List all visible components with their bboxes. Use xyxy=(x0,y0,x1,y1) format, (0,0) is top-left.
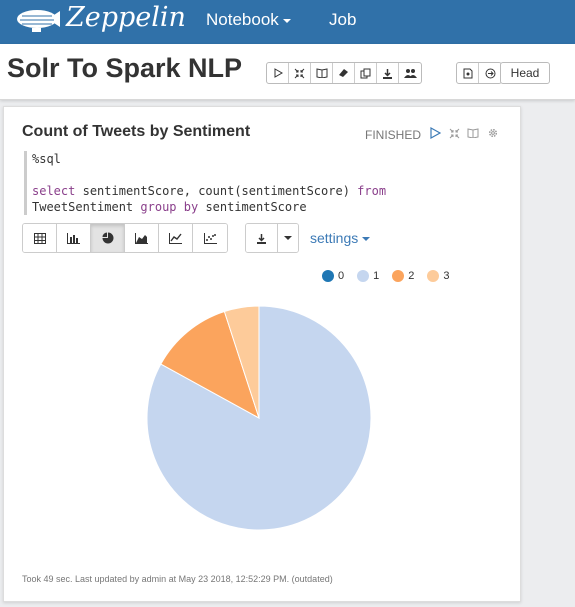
legend-swatch xyxy=(392,270,405,282)
area-chart-button[interactable] xyxy=(125,224,159,252)
code-line-from: TweetSentiment group by sentimentScore xyxy=(32,200,307,214)
bar-chart-icon xyxy=(67,232,80,244)
play-icon xyxy=(429,127,441,139)
clear-output-button[interactable] xyxy=(333,63,355,83)
line-chart-icon xyxy=(169,232,182,244)
code-line-interpreter: %sql xyxy=(32,152,61,166)
download-format-dropdown[interactable] xyxy=(278,224,298,252)
download-icon xyxy=(383,68,392,79)
nav-notebook-label: Notebook xyxy=(206,10,279,29)
code-line-select: select sentimentScore, count(sentimentSc… xyxy=(32,184,387,198)
notebook-actions-toolbar xyxy=(266,62,422,84)
chart-legend: 0 1 2 3 xyxy=(322,270,450,282)
scatter-chart-button[interactable] xyxy=(193,224,227,252)
legend-item-3[interactable]: 3 xyxy=(427,270,450,282)
toggle-output-button[interactable] xyxy=(311,63,333,83)
book-icon xyxy=(316,68,327,78)
commit-button[interactable] xyxy=(479,63,501,83)
collapse-arrows-icon xyxy=(294,68,305,78)
legend-swatch xyxy=(427,270,440,282)
permissions-button[interactable] xyxy=(399,63,421,83)
notebook-header: Solr To Spark NLP Head xyxy=(0,44,575,100)
nav-job-link[interactable]: Job xyxy=(329,10,356,30)
download-icon xyxy=(257,233,266,244)
clone-notebook-button[interactable] xyxy=(355,63,377,83)
legend-item-2[interactable]: 2 xyxy=(392,270,414,282)
table-icon xyxy=(33,232,46,244)
paragraph-status: FINISHED xyxy=(365,128,422,142)
toggle-output-paragraph-button[interactable] xyxy=(466,126,480,140)
toggle-editor-button[interactable] xyxy=(289,63,311,83)
pie-chart-icon xyxy=(102,232,113,244)
arrow-circle-icon xyxy=(485,68,495,78)
chevron-down-icon xyxy=(284,236,292,240)
nav-notebook-menu[interactable]: Notebook xyxy=(206,10,291,30)
legend-label: 3 xyxy=(443,270,450,282)
users-icon xyxy=(403,69,417,78)
area-chart-icon xyxy=(135,232,148,244)
download-data-button[interactable] xyxy=(246,224,278,252)
paragraph-panel: Count of Tweets by Sentiment FINISHED %s… xyxy=(3,106,521,602)
brand-name[interactable]: Zeppelin xyxy=(66,2,186,33)
paragraph-settings-button[interactable] xyxy=(486,126,500,140)
export-notebook-button[interactable] xyxy=(377,63,399,83)
legend-swatch xyxy=(322,270,334,282)
legend-item-1[interactable]: 1 xyxy=(357,270,379,282)
chevron-down-icon xyxy=(282,18,291,23)
scatter-chart-icon xyxy=(203,232,217,244)
version-control-button[interactable] xyxy=(457,63,479,83)
legend-label: 0 xyxy=(338,270,345,282)
settings-label: settings xyxy=(310,230,359,246)
pie-chart-button[interactable] xyxy=(91,224,125,252)
copy-icon xyxy=(360,68,371,78)
notebook-title[interactable]: Solr To Spark NLP xyxy=(7,53,242,84)
head-revision-button[interactable]: Head xyxy=(500,62,550,84)
visualization-switcher xyxy=(22,223,228,253)
toggle-editor-paragraph-button[interactable] xyxy=(447,126,461,140)
book-icon xyxy=(467,128,479,138)
legend-item-0[interactable]: 0 xyxy=(322,270,344,282)
chevron-down-icon xyxy=(362,237,371,242)
bar-chart-button[interactable] xyxy=(57,224,91,252)
run-all-button[interactable] xyxy=(267,63,289,83)
gear-icon xyxy=(488,128,498,138)
zeppelin-logo-icon[interactable] xyxy=(10,3,60,39)
paragraph-title[interactable]: Count of Tweets by Sentiment xyxy=(22,123,250,141)
file-icon xyxy=(463,68,472,78)
table-view-button[interactable] xyxy=(23,224,57,252)
line-chart-button[interactable] xyxy=(159,224,193,252)
pie-chart xyxy=(146,305,372,531)
top-navbar: Zeppelin Notebook Job xyxy=(0,0,575,44)
chart-settings-toggle[interactable]: settings xyxy=(310,230,371,246)
legend-label: 2 xyxy=(408,270,415,282)
play-icon xyxy=(274,68,283,78)
legend-swatch xyxy=(357,270,370,282)
run-paragraph-button[interactable] xyxy=(428,126,442,140)
collapse-arrows-icon xyxy=(449,128,459,138)
legend-label: 1 xyxy=(373,270,380,282)
code-editor[interactable]: %sql select sentimentScore, count(sentim… xyxy=(24,151,502,215)
eraser-icon xyxy=(339,69,348,77)
notebook-extra-toolbar xyxy=(456,62,502,84)
download-group xyxy=(245,223,299,253)
paragraph-footer: Took 49 sec. Last updated by admin at Ma… xyxy=(22,574,333,584)
